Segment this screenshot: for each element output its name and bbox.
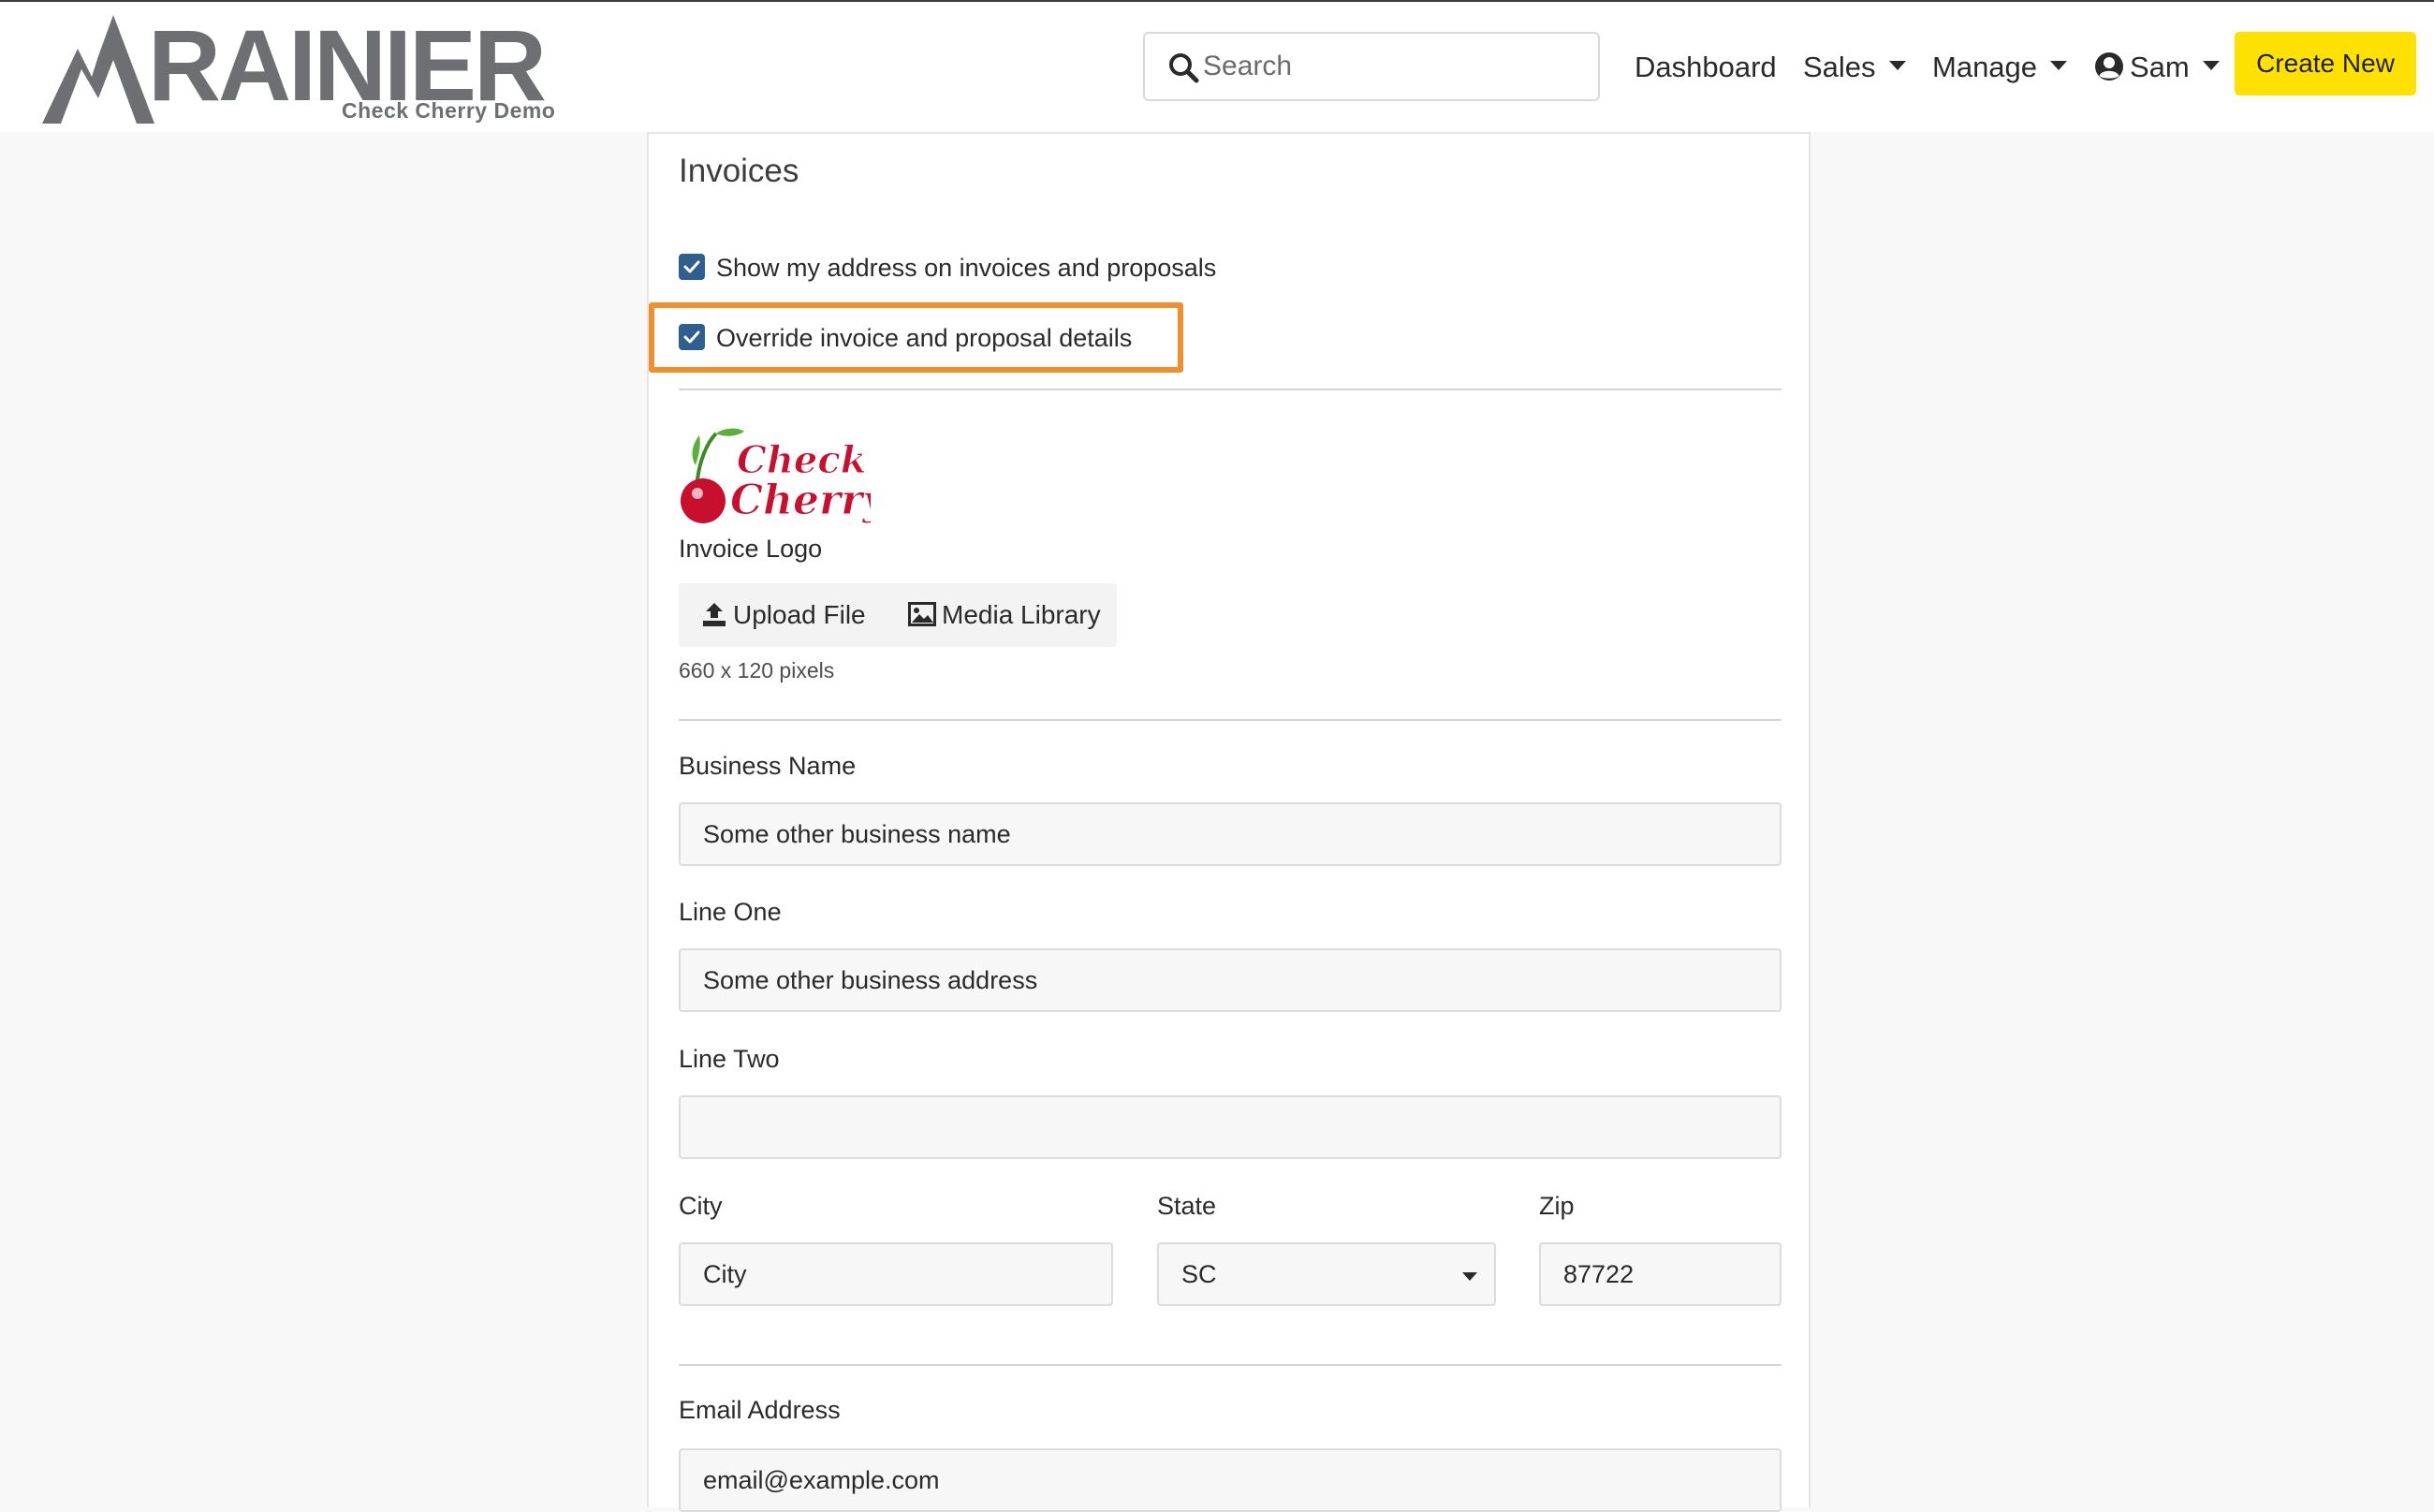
city-input[interactable]: [679, 1242, 1113, 1306]
chevron-down-icon: [1462, 1272, 1477, 1281]
business-name-input[interactable]: [679, 802, 1782, 866]
logo-subtitle: Check Cherry Demo: [342, 98, 556, 123]
override-checkbox[interactable]: [679, 323, 705, 350]
show-address-checkbox-row[interactable]: Show my address on invoices and proposal…: [679, 253, 1217, 283]
divider: [679, 1364, 1782, 1366]
state-select[interactable]: SC: [1157, 1242, 1496, 1306]
search-icon: [1169, 53, 1199, 83]
top-navbar: RAINIER Check Cherry Demo Dashboard Sale…: [0, 0, 2434, 132]
upload-icon: [703, 602, 726, 626]
override-checkbox-row[interactable]: Override invoice and proposal details: [679, 323, 1133, 353]
nav-manage-label: Manage: [1932, 51, 2038, 83]
invoice-logo-label: Invoice Logo: [679, 535, 823, 563]
media-library-button[interactable]: Media Library: [908, 583, 1101, 647]
line-two-input[interactable]: [679, 1095, 1782, 1159]
override-label: Override invoice and proposal details: [716, 324, 1133, 352]
state-label: State: [1157, 1192, 1217, 1220]
nav-user-dropdown[interactable]: Sam: [2094, 49, 2220, 86]
mountain-logo-icon: [42, 15, 154, 124]
rainier-logo[interactable]: RAINIER Check Cherry Demo: [40, 11, 565, 128]
divider: [679, 389, 1782, 390]
chevron-down-icon: [2202, 60, 2220, 70]
upload-file-label: Upload File: [733, 600, 866, 629]
search-input[interactable]: [1203, 45, 1577, 88]
email-input[interactable]: [679, 1448, 1782, 1512]
city-label: City: [679, 1192, 723, 1220]
nav-sales-dropdown[interactable]: Sales: [1803, 49, 1906, 86]
cherry-logo-icon: Check Cherry: [681, 428, 890, 525]
checkmark-icon: [683, 330, 700, 344]
nav-dashboard-label: Dashboard: [1635, 51, 1777, 83]
divider: [679, 719, 1782, 721]
nav-dashboard[interactable]: Dashboard: [1635, 49, 1777, 86]
create-new-button[interactable]: Create New: [2235, 32, 2416, 95]
upload-file-button[interactable]: Upload File: [701, 583, 866, 647]
line-one-input[interactable]: [679, 948, 1782, 1012]
chevron-down-icon: [2050, 60, 2068, 70]
logo-size-hint: 660 x 120 pixels: [679, 658, 835, 683]
state-selected-value: SC: [1181, 1260, 1217, 1288]
email-label: Email Address: [679, 1396, 841, 1424]
invoice-logo-image: Check Cherry: [679, 424, 890, 532]
nav-user-label: Sam: [2130, 51, 2190, 83]
section-title: Invoices: [679, 153, 799, 189]
logo-text-check: Check: [737, 438, 866, 482]
checkmark-icon: [683, 260, 700, 273]
media-library-label: Media Library: [942, 600, 1101, 629]
chevron-down-icon: [1888, 60, 1906, 70]
zip-input[interactable]: [1539, 1242, 1782, 1306]
line-two-label: Line Two: [679, 1045, 780, 1073]
nav-manage-dropdown[interactable]: Manage: [1932, 49, 2068, 86]
logo-text-cherry: Cherry: [730, 477, 871, 524]
nav-sales-label: Sales: [1803, 51, 1876, 83]
user-circle-icon: [2095, 51, 2123, 81]
business-name-label: Business Name: [679, 752, 857, 780]
show-address-checkbox[interactable]: [679, 253, 705, 280]
logo-upload-button-group: Upload File Media Library: [679, 583, 1117, 647]
line-one-label: Line One: [679, 898, 782, 926]
image-icon: [908, 601, 936, 626]
zip-label: Zip: [1539, 1192, 1575, 1220]
invoice-settings-card: Invoices Show my address on invoices and…: [647, 132, 1811, 1512]
search-box[interactable]: [1143, 32, 1600, 101]
show-address-label: Show my address on invoices and proposal…: [716, 254, 1217, 282]
